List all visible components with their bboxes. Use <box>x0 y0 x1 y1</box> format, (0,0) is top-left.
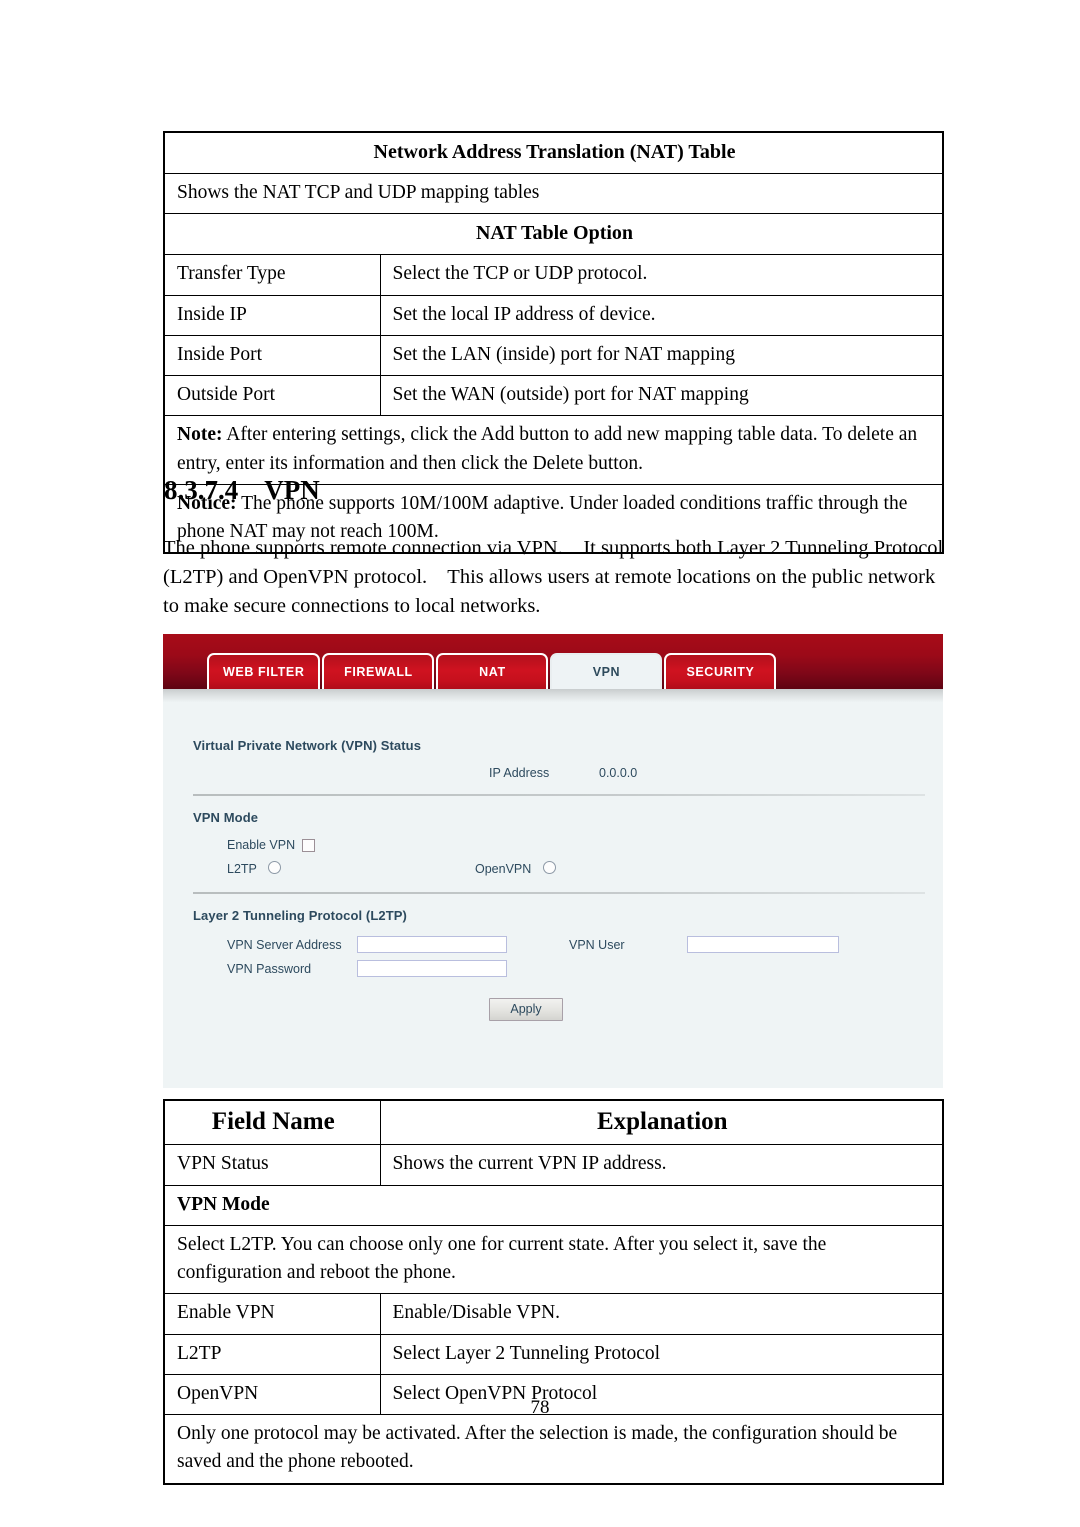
vpn-panel: Virtual Private Network (VPN) Status IP … <box>163 702 943 1088</box>
nat-note-label: Note: <box>177 424 223 446</box>
apply-button-wrap: Apply <box>193 998 925 1021</box>
nat-field-explanation: Select the TCP or UDP protocol. <box>379 254 944 296</box>
vpn-password-input[interactable] <box>357 960 507 977</box>
enable-vpn-label: Enable VPN <box>227 838 296 852</box>
page-number: 78 <box>530 1397 550 1418</box>
tab-web-filter[interactable]: WEB FILTER <box>207 653 321 689</box>
tab-vpn[interactable]: VPN <box>550 653 663 689</box>
nat-field-name: Transfer Type <box>163 254 381 296</box>
vpn-protocol-row: L2TP OpenVPN <box>193 860 925 878</box>
intro-text: The phone supports remote connection via… <box>163 537 949 617</box>
l2tp-label: L2TP <box>227 862 257 876</box>
vpn-password-row: VPN Password <box>193 960 925 977</box>
apply-button[interactable]: Apply <box>489 998 563 1021</box>
section-divider <box>193 794 925 796</box>
ip-address-value: 0.0.0.0 <box>599 766 638 780</box>
section-number: 8.3.7.4 <box>164 475 239 505</box>
l2tp-option[interactable]: L2TP <box>227 860 475 878</box>
vpn-mode-title: VPN Mode <box>193 810 259 825</box>
nat-field-explanation: Set the LAN (inside) port for NAT mappin… <box>379 334 944 377</box>
field-name: VPN Status <box>163 1144 381 1186</box>
tab-bar: WEB FILTER FIREWALL NAT VPN SECURITY <box>163 634 943 689</box>
field-name: L2TP <box>163 1333 381 1375</box>
table-row: Field Name Explanation <box>163 1099 944 1146</box>
vpn-ip-address-row: IP Address 0.0.0.0 <box>193 766 925 780</box>
vpn-user-label: VPN User <box>569 937 625 952</box>
vpn-settings-screenshot: WEB FILTER FIREWALL NAT VPN SECURITY Vir… <box>163 634 943 1088</box>
vpn-mode-note: Select L2TP. You can choose only one for… <box>163 1224 944 1295</box>
ip-address-label: IP Address <box>489 766 550 780</box>
openvpn-label: OpenVPN <box>475 862 532 876</box>
vpn-status-title: Virtual Private Network (VPN) Status <box>193 738 422 753</box>
table-row: Outside Port Set the WAN (outside) port … <box>163 375 944 417</box>
nat-field-name: Inside IP <box>163 294 381 336</box>
table-row: Network Address Translation (NAT) Table <box>163 131 944 174</box>
nat-field-explanation: Set the local IP address of device. <box>379 294 944 336</box>
vpn-user-input[interactable] <box>687 936 839 953</box>
field-explanation-table: Field Name Explanation VPN Status Shows … <box>163 1099 944 1485</box>
explanation-header: Explanation <box>379 1099 944 1146</box>
table-row: Enable VPN Enable/Disable VPN. <box>163 1293 944 1335</box>
nat-field-name: Inside Port <box>163 334 381 377</box>
field-name-header: Field Name <box>163 1099 381 1146</box>
table-row: Inside IP Set the local IP address of de… <box>163 294 944 336</box>
vpn-password-label: VPN Password <box>227 961 312 976</box>
tab-firewall[interactable]: FIREWALL <box>322 653 435 689</box>
tab-nat[interactable]: NAT <box>436 653 549 689</box>
field-name: Enable VPN <box>163 1293 381 1335</box>
table-row: NAT Table Option <box>163 213 944 256</box>
vpn-server-address-label: VPN Server Address <box>227 937 342 952</box>
table-row: Only one protocol may be activated. Afte… <box>163 1414 944 1485</box>
table-row: Select L2TP. You can choose only one for… <box>163 1224 944 1295</box>
enable-vpn-row: Enable VPN <box>193 838 925 852</box>
tab-label: FIREWALL <box>344 665 413 679</box>
table-row: VPN Mode <box>163 1184 944 1226</box>
document-page: Network Address Translation (NAT) Table … <box>0 0 1080 1527</box>
l2tp-section-title: Layer 2 Tunneling Protocol (L2TP) <box>193 908 407 923</box>
table-row: VPN Status Shows the current VPN IP addr… <box>163 1144 944 1186</box>
tab-label: NAT <box>479 665 506 679</box>
table-row: Inside Port Set the LAN (inside) port fo… <box>163 334 944 377</box>
l2tp-radio[interactable] <box>268 861 282 874</box>
tab-label: WEB FILTER <box>223 665 305 679</box>
nat-table-title: Network Address Translation (NAT) Table <box>163 131 944 174</box>
nat-table-description: Shows the NAT TCP and UDP mapping tables <box>163 172 944 215</box>
table-row: Shows the NAT TCP and UDP mapping tables <box>163 172 944 215</box>
field-table-footer-note: Only one protocol may be activated. Afte… <box>163 1414 944 1485</box>
vpn-server-address-input[interactable] <box>357 936 507 953</box>
vpn-server-address-row: VPN Server Address VPN User <box>193 936 925 953</box>
vpn-mode-header: VPN Mode <box>163 1184 944 1226</box>
table-row: Transfer Type Select the TCP or UDP prot… <box>163 254 944 296</box>
page-title: VPN <box>264 475 320 505</box>
tab-list: WEB FILTER FIREWALL NAT VPN SECURITY <box>207 653 777 689</box>
openvpn-radio[interactable] <box>542 861 556 874</box>
tab-security[interactable]: SECURITY <box>664 653 777 689</box>
nat-field-name: Outside Port <box>163 375 381 417</box>
nat-note-text: After entering settings, click the Add b… <box>177 424 918 474</box>
table-row: L2TP Select Layer 2 Tunneling Protocol <box>163 1333 944 1375</box>
intro-paragraph: The phone supports remote connection via… <box>163 534 953 621</box>
tab-label: VPN <box>592 665 621 679</box>
nat-table-option-header: NAT Table Option <box>163 213 944 256</box>
enable-vpn-checkbox[interactable] <box>302 838 316 852</box>
vpn-panel-inner: Virtual Private Network (VPN) Status IP … <box>163 738 943 1021</box>
tab-bar-shadow <box>163 689 943 702</box>
field-explanation: Shows the current VPN IP address. <box>379 1144 944 1186</box>
section-heading: 8.3.7.4 VPN <box>164 475 320 506</box>
nat-field-explanation: Set the WAN (outside) port for NAT mappi… <box>379 375 944 417</box>
section-divider <box>193 892 925 894</box>
openvpn-option[interactable]: OpenVPN <box>475 860 556 878</box>
field-explanation: Enable/Disable VPN. <box>379 1293 944 1335</box>
field-explanation: Select Layer 2 Tunneling Protocol <box>379 1333 944 1375</box>
tab-label: SECURITY <box>686 665 755 679</box>
